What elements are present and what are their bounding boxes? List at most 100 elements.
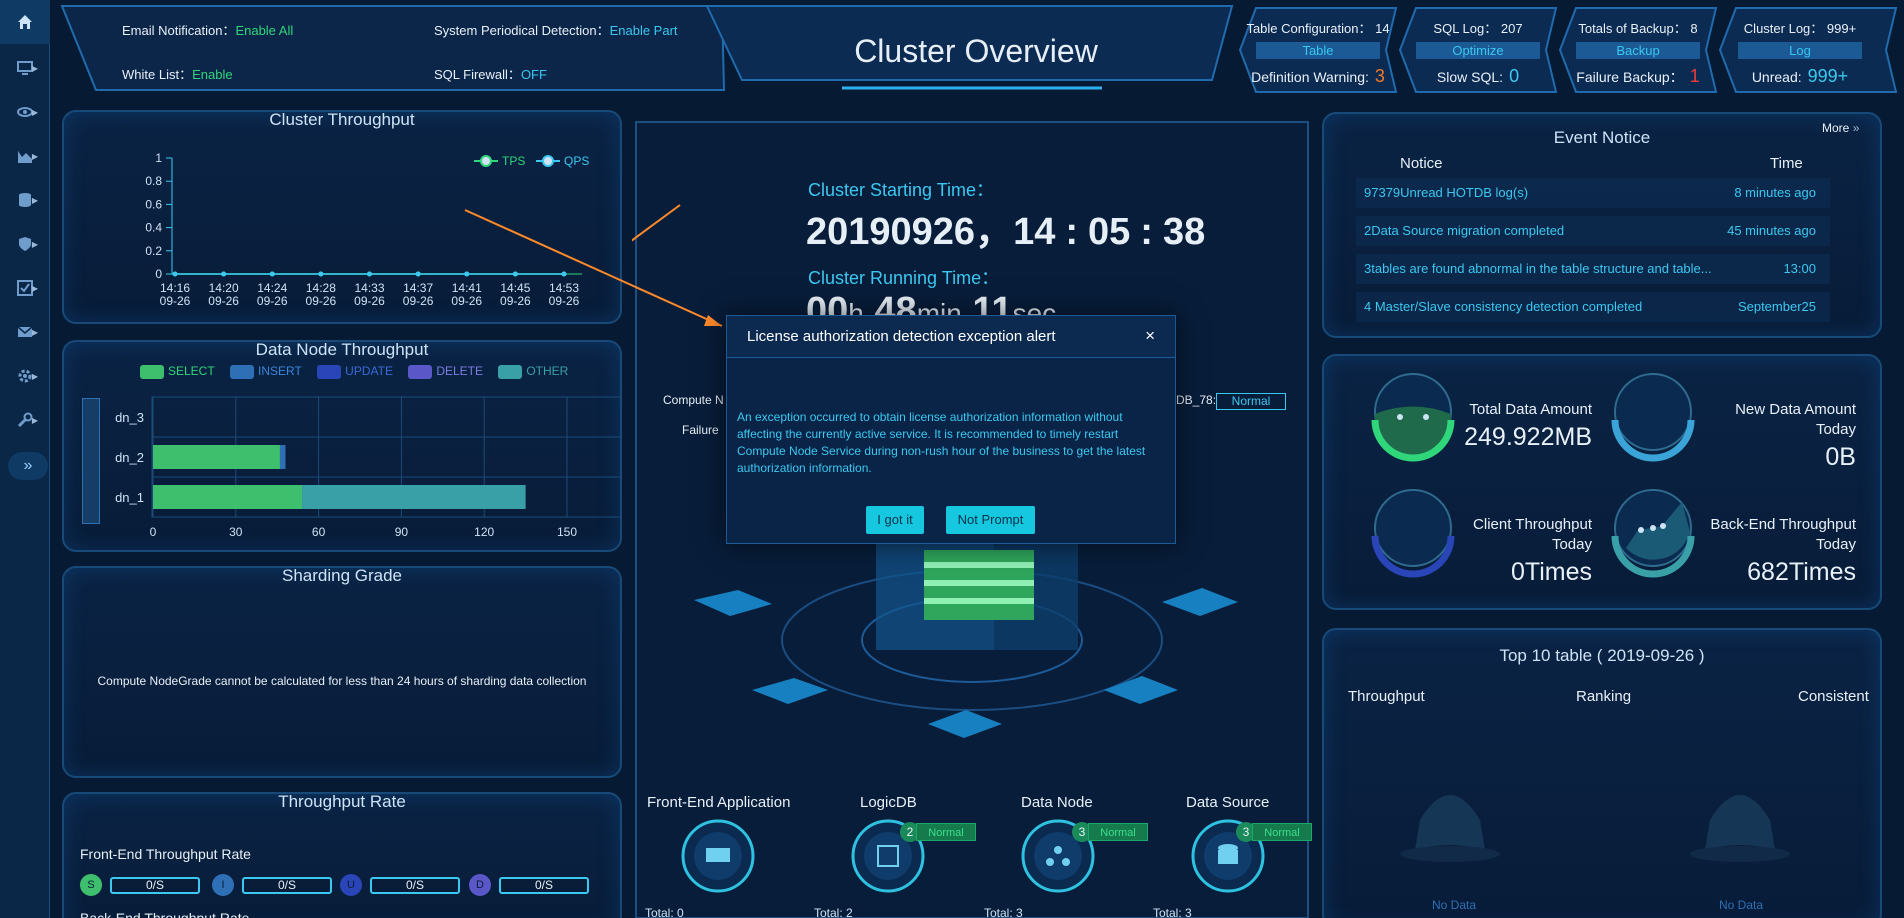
status-detection-label: System Periodical Detection：	[434, 23, 610, 38]
event-row[interactable]: 97379Unread HOTDB log(s) 8 minutes ago	[1356, 178, 1830, 208]
not-prompt-button[interactable]: Not Prompt	[946, 506, 1035, 534]
event-notice-title: Event Notice	[1553, 128, 1651, 147]
y-tick-label: 0.8	[145, 174, 162, 188]
x-tick-date: 09-26	[208, 294, 239, 308]
mini-log-link[interactable]: Log	[1738, 42, 1862, 59]
empty-state-ghost-icon	[1400, 795, 1500, 862]
event-time-text: September25	[1737, 299, 1816, 314]
mini-backup-link[interactable]: Backup	[1576, 42, 1700, 59]
x-tick-time: 14:37	[403, 281, 433, 295]
legend-tps: TPS	[502, 154, 525, 168]
new-data-value: 0B	[1825, 443, 1856, 471]
status-detection-value[interactable]: Enable Part	[610, 23, 678, 38]
data-point-qps	[172, 271, 178, 277]
bar-insert-dn_2	[279, 445, 286, 469]
sidebar-item-check[interactable]: ▶	[0, 268, 50, 308]
node-datanode-title: Data Node	[1021, 794, 1093, 811]
start-time-label: Cluster Starting Time：	[808, 180, 995, 200]
node-db-status: Normal	[1216, 393, 1286, 410]
running-time-value: 00h 48min 11sec	[806, 290, 1056, 318]
event-col-time: Time	[1770, 155, 1803, 172]
page-title-wrap: Cluster Overview	[725, 10, 1227, 95]
sidebar-item-settings[interactable]: ▶	[0, 356, 50, 396]
x-tick-label: 90	[395, 525, 409, 539]
bar-other-dn_1	[302, 485, 526, 509]
rate-update-dot: U	[340, 874, 362, 896]
status-whitelist-label: White List：	[122, 67, 193, 82]
datanode-status: Normal	[1088, 823, 1148, 841]
y-tick-label: 0.4	[145, 221, 162, 235]
data-node-chart: dn_3 dn_2 dn_1 0 30 60 90 120 150	[115, 396, 622, 539]
area-chart-icon	[18, 151, 32, 163]
datasource-total: Total: 3	[1153, 906, 1192, 918]
event-row[interactable]: 4 Master/Slave consistency detection com…	[1356, 292, 1830, 322]
sidebar-item-tools[interactable]: ▶	[0, 400, 50, 440]
sharding-title: Sharding Grade	[281, 566, 403, 585]
node-circles	[681, 819, 1265, 893]
rate-delete-value: 0/S	[499, 877, 589, 894]
sidebar-item-home[interactable]	[0, 0, 50, 44]
status-whitelist-value[interactable]: Enable	[192, 67, 232, 82]
category-label: dn_1	[115, 490, 144, 505]
client-label-1: Client Throughput	[1473, 516, 1592, 533]
sidebar-expand-button[interactable]: »	[8, 452, 48, 480]
event-row[interactable]: 2Data Source migration completed 45 minut…	[1356, 216, 1830, 246]
status-email: Email Notification：Enable All	[122, 20, 293, 39]
sidebar-item-chart[interactable]: ▶	[0, 136, 50, 176]
sidebar-item-shield[interactable]: ▶	[0, 224, 50, 264]
data-point-qps	[221, 271, 227, 277]
datasource-status: Normal	[1252, 823, 1312, 841]
rate-select-value: 0/S	[110, 877, 200, 894]
node-frontend-title: Front-End Application	[647, 794, 791, 811]
node-datasource-title: Data Source	[1186, 794, 1270, 811]
top10-col-ranking: Ranking	[1576, 688, 1632, 705]
mini-backup: Totals of Backup： 8 Backup Failure Backu…	[1558, 4, 1718, 92]
event-time-text: 13:00	[1783, 261, 1816, 276]
new-data-label-1: New Data Amount	[1735, 401, 1856, 418]
event-row[interactable]: 3tables are found abnormal in the table …	[1356, 254, 1830, 284]
data-point-qps	[415, 271, 421, 277]
license-alert-modal: License authorization detection exceptio…	[726, 315, 1176, 544]
rate-insert-dot: I	[212, 874, 234, 896]
annotation-arrow	[464, 209, 723, 327]
category-label: dn_3	[115, 410, 144, 425]
mini-table-link[interactable]: Table	[1256, 42, 1380, 59]
sidebar-item-eye[interactable]: ▶	[0, 92, 50, 132]
no-data-text-1: No Data	[1432, 898, 1477, 912]
logicdb-status: Normal	[916, 823, 976, 841]
mini-table-top: Table Configuration： 14	[1246, 21, 1390, 36]
checkbox-icon	[17, 280, 33, 296]
data-point-qps	[318, 271, 324, 277]
event-more-link[interactable]: More »	[1822, 121, 1859, 135]
empty-state-ghost-icon	[1690, 795, 1790, 862]
no-data-text-2: No Data	[1719, 898, 1764, 912]
status-email-value[interactable]: Enable All	[235, 23, 293, 38]
rate-delete-dot: D	[469, 874, 491, 896]
rate-update-value: 0/S	[370, 877, 460, 894]
modal-title: License authorization detection exceptio…	[747, 328, 1056, 345]
client-label-2: Today	[1551, 536, 1592, 553]
frontend-total: Total: 0	[645, 906, 684, 918]
backend-label-1: Back-End Throughput	[1710, 516, 1856, 533]
close-icon[interactable]: ×	[1145, 326, 1155, 346]
run-minute: 48	[874, 290, 917, 318]
double-chevron-right-icon: »	[1852, 121, 1860, 135]
mini-sql-link[interactable]: Optimize	[1416, 42, 1540, 59]
total-data-value: 249.922MB	[1464, 423, 1592, 451]
top10-title: Top 10 table ( 2019-09-26 )	[1499, 646, 1705, 665]
total-data-label: Total Data Amount	[1469, 401, 1592, 418]
start-date: 20190926，	[806, 211, 1014, 253]
sidebar-item-database[interactable]: ▶	[0, 180, 50, 220]
i-got-it-button[interactable]: I got it	[866, 506, 924, 534]
status-firewall-value[interactable]: OFF	[521, 67, 547, 82]
y-tick-label: 1	[155, 151, 162, 165]
backend-throughput-gauge	[1611, 489, 1695, 578]
run-hour: 00	[806, 290, 849, 318]
top10-col-consistent: Consistent	[1798, 688, 1869, 705]
mini-log-bottom: Unread: 999+	[1751, 66, 1849, 86]
mail-icon	[17, 326, 33, 337]
y-tick-label: 0.2	[145, 244, 162, 258]
sidebar-item-mail[interactable]: ▶	[0, 312, 50, 352]
sidebar-item-monitor[interactable]: ▶	[0, 48, 50, 88]
y-tick-label: 0.6	[145, 197, 162, 211]
